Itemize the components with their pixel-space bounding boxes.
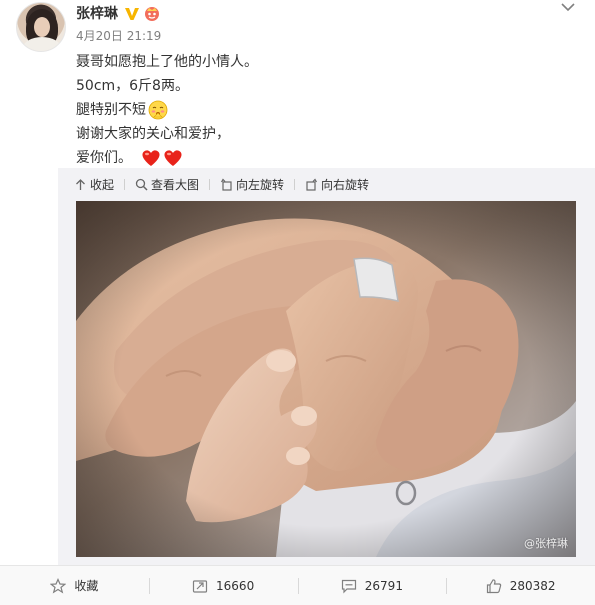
post-text: 聂哥如愿抱上了他的小情人。 50cm，6斤8两。 腿特别不短 谢谢大家的关心和爱…	[76, 50, 576, 170]
rotate-right-button[interactable]: 向右旋转	[305, 176, 369, 193]
verified-icon[interactable]	[124, 6, 140, 22]
toolbar-divider	[124, 179, 126, 190]
like-count: 280382	[509, 578, 556, 593]
comment-button[interactable]: 26791	[297, 566, 447, 605]
repost-icon	[192, 579, 208, 593]
collapse-button[interactable]: 收起	[74, 176, 114, 193]
post-line-2: 50cm，6斤8两。	[76, 78, 189, 94]
shy-emoji-icon	[148, 100, 168, 120]
rotate-left-label: 向左旋转	[236, 178, 285, 192]
view-large-label: 查看大图	[151, 178, 200, 192]
view-large-button[interactable]: 查看大图	[135, 176, 199, 193]
post-timestamp[interactable]: 4月20日 21:19	[76, 29, 161, 43]
repost-button[interactable]: 16660	[148, 566, 298, 605]
photo-watermark: @张梓琳	[524, 537, 568, 550]
weibo-post-card: 张梓琳 4月20日 21:19 聂哥如愿抱上了他的小情人。 50cm，6斤8两。…	[0, 0, 595, 605]
toolbar-divider	[209, 179, 211, 190]
hands-photo-image	[76, 201, 576, 557]
comment-icon	[341, 579, 356, 593]
avatar[interactable]	[16, 2, 66, 52]
media-panel: 收起 查看大图 向左旋转 向右旋转 @张梓琳	[58, 168, 595, 565]
username[interactable]: 张梓琳	[76, 5, 118, 23]
comment-count: 26791	[364, 578, 403, 593]
favorite-button[interactable]: 收藏	[0, 566, 149, 605]
collapse-label: 收起	[90, 178, 115, 192]
post-line-3: 腿特别不短	[76, 98, 576, 122]
collapse-up-icon	[76, 179, 85, 190]
post-line-5-text: 爱你们。	[76, 150, 132, 166]
rotate-right-icon	[306, 178, 318, 191]
media-toolbar: 收起 查看大图 向左旋转 向右旋转	[58, 168, 595, 201]
post-line-4: 谢谢大家的关心和爱护，	[76, 126, 230, 142]
rotate-left-icon	[221, 178, 232, 191]
toolbar-divider	[294, 179, 296, 190]
vip-badge-icon[interactable]	[143, 4, 161, 22]
thumbs-up-icon	[486, 578, 501, 593]
post-photo[interactable]: @张梓琳	[76, 201, 576, 557]
star-icon	[50, 577, 67, 594]
rotate-right-label: 向右旋转	[321, 178, 370, 192]
chevron-down-icon[interactable]	[561, 2, 575, 12]
favorite-label: 收藏	[74, 579, 99, 593]
magnifier-icon	[135, 178, 148, 191]
repost-count: 16660	[216, 578, 255, 593]
post-line-5: 爱你们。	[76, 146, 576, 170]
post-line-1: 聂哥如愿抱上了他的小情人。	[76, 54, 258, 70]
like-button[interactable]: 280382	[446, 566, 595, 605]
rotate-left-button[interactable]: 向左旋转	[220, 176, 284, 193]
hearts-emoji-icon	[142, 150, 182, 166]
action-bar: 收藏 16660 26791 280382	[0, 565, 595, 605]
post-line-3-text: 腿特别不短	[76, 102, 146, 118]
